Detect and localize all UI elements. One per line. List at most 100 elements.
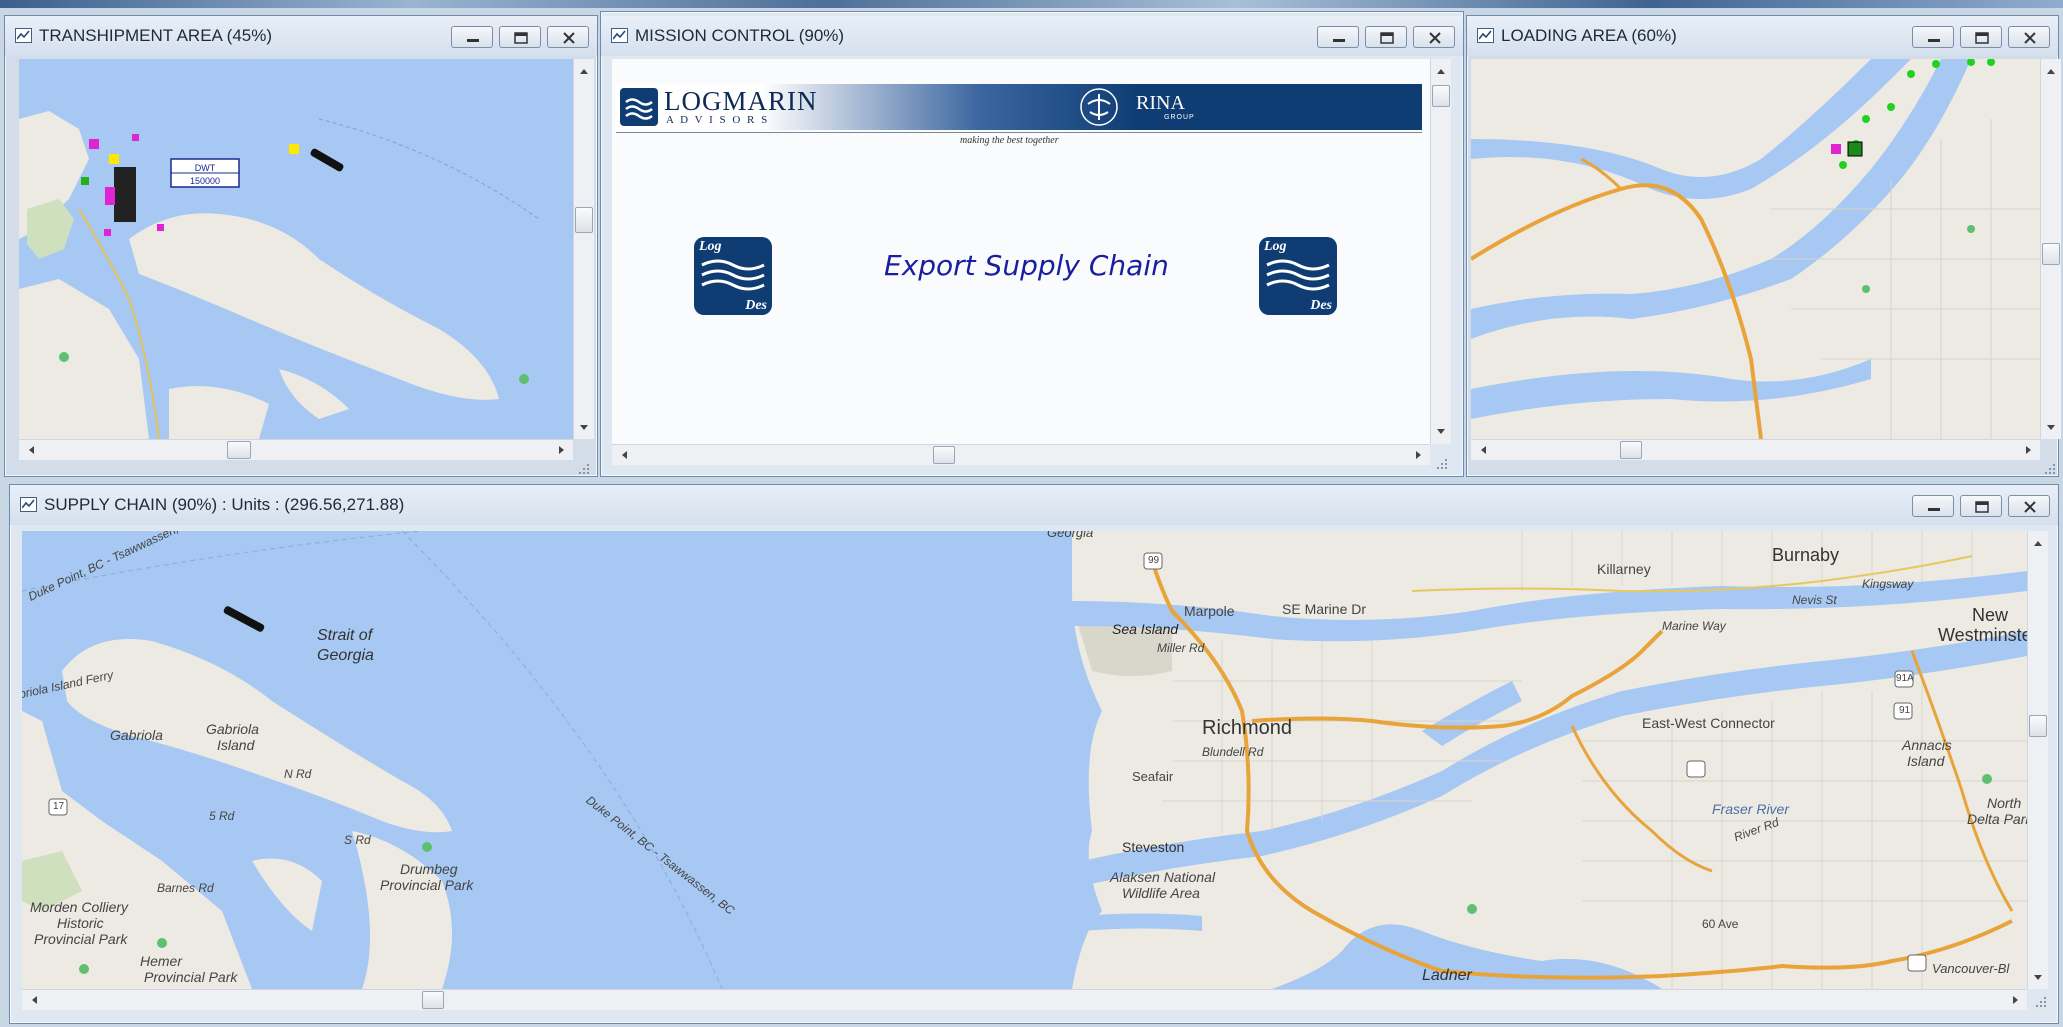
resize-grip-icon[interactable] (577, 462, 591, 476)
transhipment-hscrollbar[interactable] (19, 439, 573, 460)
wave-icon (701, 259, 765, 291)
scroll-down-arrow-icon[interactable] (576, 419, 592, 435)
scroll-up-arrow-icon[interactable] (2043, 63, 2059, 79)
resize-grip-icon[interactable] (2034, 995, 2048, 1009)
supply-hscrollbar[interactable] (22, 989, 2027, 1010)
scroll-left-arrow-icon[interactable] (616, 447, 632, 463)
resize-grip-icon[interactable] (1435, 457, 1449, 471)
supply-titlebar[interactable]: SUPPLY CHAIN (90%) : Units : (296.56,271… (10, 485, 2058, 525)
map-label-annacis-2: Island (1907, 753, 1945, 769)
map-label-annacis: Annacis (1902, 737, 1952, 753)
banner: LOGMARIN A D V I S O R S RINA GROUP (616, 84, 1422, 130)
close-button[interactable] (2008, 495, 2050, 517)
map-label-gabriola: Gabriola (110, 727, 163, 743)
map-label-seafair: Seafair (1132, 769, 1174, 784)
scroll-up-arrow-icon[interactable] (2030, 535, 2046, 551)
logmarin-name: LOGMARIN (664, 86, 818, 116)
scroll-left-arrow-icon[interactable] (23, 442, 39, 458)
maximize-button[interactable] (1365, 26, 1407, 48)
scroll-thumb[interactable] (1432, 85, 1450, 107)
maximize-button[interactable] (499, 26, 541, 48)
close-button[interactable] (1413, 26, 1455, 48)
map-label-marpole: Marpole (1184, 603, 1235, 619)
map-label-sea-island: Sea Island (1112, 621, 1179, 637)
map-label-hemer: Hemer (140, 953, 183, 969)
mission-vscrollbar[interactable] (1430, 59, 1451, 444)
scroll-thumb[interactable] (933, 446, 955, 464)
supply-chain-map[interactable]: Georgia Duke Point, BC - Tsawwassen, BC … (22, 531, 2027, 989)
logdes-logo-right: Log Des (1259, 237, 1337, 315)
transhipment-vscrollbar[interactable] (573, 59, 594, 439)
maximize-button[interactable] (1960, 495, 2002, 517)
map-label-strait: Strait of (317, 627, 373, 644)
scroll-thumb[interactable] (2029, 715, 2047, 737)
window-title: LOADING AREA (60%) (1501, 26, 1677, 45)
map-label-hw17: 17 (53, 801, 65, 812)
scroll-left-arrow-icon[interactable] (26, 992, 42, 1008)
scroll-down-arrow-icon[interactable] (2030, 969, 2046, 985)
minimize-button[interactable] (1912, 26, 1954, 48)
loading-map[interactable] (1471, 59, 2040, 439)
wave-icon (1266, 259, 1330, 291)
mission-content: LOGMARIN A D V I S O R S RINA GROUP maki… (612, 59, 1430, 444)
transhipment-window[interactable]: TRANSHIPMENT AREA (45%) DWT 150000 (4, 15, 598, 477)
map-label-drumbeg: Drumbeg (400, 861, 458, 877)
window-icon (20, 497, 37, 512)
scroll-down-arrow-icon[interactable] (2043, 419, 2059, 435)
scroll-down-arrow-icon[interactable] (1433, 423, 1449, 439)
map-label-new-west: New (1972, 605, 2009, 625)
map-label-marine-way: Marine Way (1662, 619, 1726, 633)
window-title: TRANSHIPMENT AREA (45%) (39, 26, 273, 45)
loading-vscrollbar[interactable] (2040, 59, 2061, 439)
scroll-right-arrow-icon[interactable] (2007, 992, 2023, 1008)
loading-titlebar[interactable]: LOADING AREA (60%) (1467, 16, 2058, 56)
map-label-miller: Miller Rd (1157, 641, 1205, 655)
map-label-morden-2: Historic (57, 915, 104, 931)
scroll-left-arrow-icon[interactable] (1475, 442, 1491, 458)
scroll-thumb[interactable] (575, 207, 593, 233)
transhipment-map[interactable]: DWT 150000 (19, 59, 573, 439)
scroll-up-arrow-icon[interactable] (576, 63, 592, 79)
scroll-right-arrow-icon[interactable] (553, 442, 569, 458)
map-label-burnaby: Burnaby (1772, 545, 1840, 565)
logdes-logo-left: Log Des (694, 237, 772, 315)
maximize-button[interactable] (1960, 26, 2002, 48)
resize-grip-icon[interactable] (2043, 462, 2057, 476)
banner-rule (616, 132, 1422, 133)
loading-area-window[interactable]: LOADING AREA (60%) (1466, 15, 2061, 477)
map-label-n-rd: N Rd (284, 767, 312, 781)
map-label-s-rd: S Rd (344, 833, 371, 847)
mission-control-window[interactable]: MISSION CONTROL (90%) LOGMARIN A D V I S… (600, 11, 1464, 477)
close-button[interactable] (547, 26, 589, 48)
close-button[interactable] (2008, 26, 2050, 48)
scroll-thumb[interactable] (227, 441, 251, 459)
map-label-alaksen: Alaksen National (1110, 869, 1216, 885)
map-label-hw91: 91 (1899, 705, 1911, 716)
window-icon (1477, 28, 1494, 43)
scroll-thumb[interactable] (2042, 243, 2060, 265)
scroll-right-arrow-icon[interactable] (2020, 442, 2036, 458)
rina-emblem-icon (1080, 88, 1118, 126)
map-label-nevis: Nevis St (1792, 593, 1837, 607)
supply-chain-window[interactable]: SUPPLY CHAIN (90%) : Units : (296.56,271… (9, 484, 2059, 1024)
map-label-morden-3: Provincial Park (34, 931, 128, 947)
mission-hscrollbar[interactable] (612, 444, 1430, 465)
minimize-button[interactable] (1317, 26, 1359, 48)
minimize-button[interactable] (1912, 495, 1954, 517)
mission-titlebar[interactable]: MISSION CONTROL (90%) (601, 16, 1463, 56)
supply-vscrollbar[interactable] (2027, 531, 2048, 989)
scroll-thumb[interactable] (1620, 441, 1642, 459)
logo-text-bottom: Des (745, 298, 767, 313)
scroll-up-arrow-icon[interactable] (1433, 63, 1449, 79)
minimize-button[interactable] (451, 26, 493, 48)
transhipment-titlebar[interactable]: TRANSHIPMENT AREA (45%) (5, 16, 597, 56)
map-label-north-delta-2: Delta Park (1967, 811, 2027, 827)
loading-hscrollbar[interactable] (1471, 439, 2040, 460)
scroll-right-arrow-icon[interactable] (1410, 447, 1426, 463)
tagline: making the best together (960, 135, 1059, 146)
map-label-se-marine: SE Marine Dr (1282, 601, 1367, 617)
scroll-thumb[interactable] (422, 991, 444, 1009)
map-label-blundell: Blundell Rd (1202, 745, 1264, 759)
map-label-hw91a: 91A (1896, 673, 1914, 684)
logo-text-top: Log (1264, 239, 1287, 254)
